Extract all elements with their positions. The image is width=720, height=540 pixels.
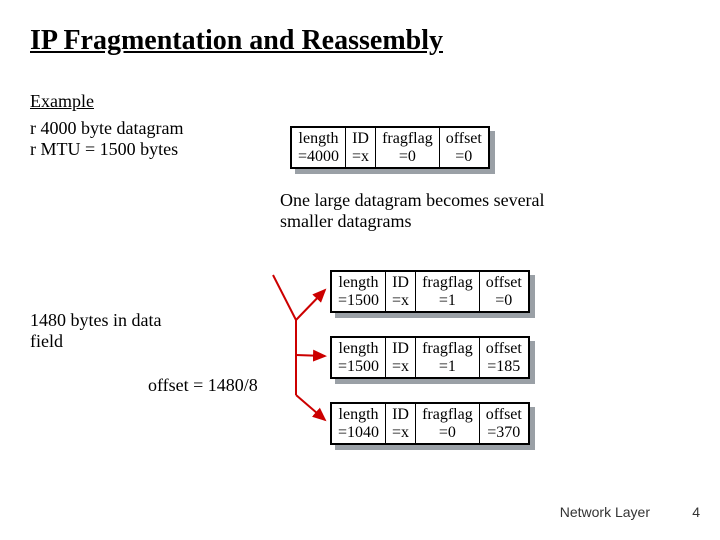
output-datagram-3: length=1040 ID=x fragflag=0 offset=370	[330, 402, 530, 445]
col-offset: offset	[446, 130, 482, 147]
input-datagram: length=4000 ID=x fragflag=0 offset=0	[290, 126, 490, 169]
col-length: length	[299, 130, 339, 147]
slide: IP Fragmentation and Reassembly Example …	[0, 0, 720, 540]
bullet-list: 4000 byte datagram MTU = 1500 bytes	[30, 118, 260, 160]
output-datagram-1: length=1500 ID=x fragflag=1 offset=0	[330, 270, 530, 313]
bullet-item: MTU = 1500 bytes	[30, 139, 260, 160]
val-fragflag: =0	[399, 148, 416, 165]
output-datagram-2: length=1500 ID=x fragflag=1 offset=185	[330, 336, 530, 379]
page-title: IP Fragmentation and Reassembly	[30, 25, 690, 57]
footer-text: Network Layer	[560, 504, 650, 520]
col-id: ID	[352, 130, 369, 147]
note-data-field: 1480 bytes in data field	[30, 310, 190, 352]
col-fragflag: fragflag	[382, 130, 433, 147]
val-length: =4000	[298, 148, 339, 165]
note-offset-calc: offset = 1480/8	[148, 375, 258, 396]
page-number: 4	[692, 504, 700, 520]
val-id: =x	[352, 148, 369, 165]
val-offset: =0	[455, 148, 472, 165]
example-label: Example	[30, 91, 690, 112]
bullet-item: 4000 byte datagram	[30, 118, 260, 139]
caption: One large datagram becomes several small…	[280, 190, 580, 232]
